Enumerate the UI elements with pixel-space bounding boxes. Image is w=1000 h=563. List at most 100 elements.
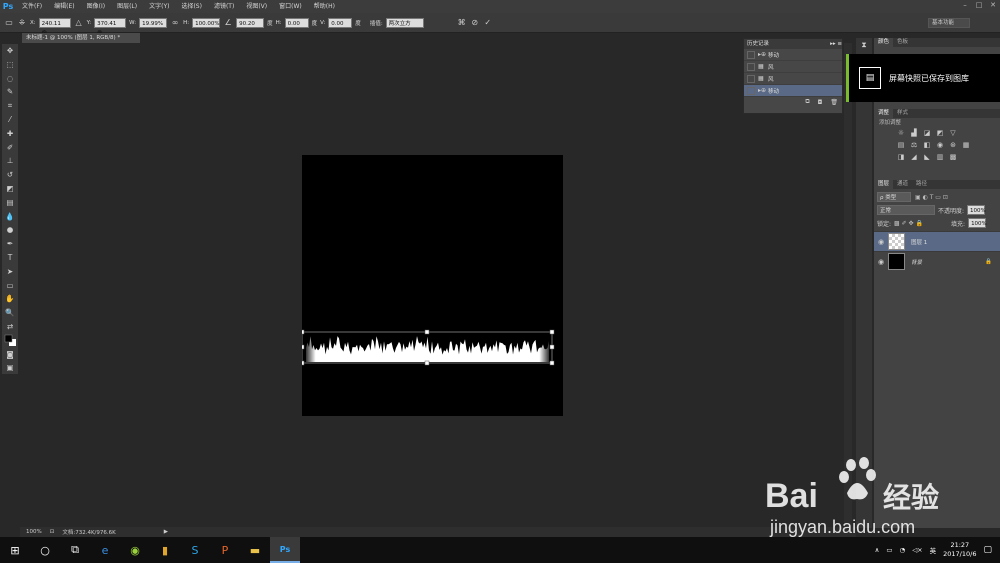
maximize-button[interactable]: □ (972, 0, 986, 11)
lasso-tool-icon[interactable]: ◌ (2, 72, 18, 86)
vibrance-icon[interactable]: ▽ (948, 128, 958, 138)
eraser-tool-icon[interactable]: ◩ (2, 182, 18, 196)
color-lookup-icon[interactable]: ▦ (961, 140, 971, 150)
history-item[interactable]: ▸⊕ 移动 (744, 85, 842, 97)
status-menu-arrow-icon[interactable]: ▶ (164, 529, 168, 535)
gradient-map-icon[interactable]: ▥ (935, 152, 945, 162)
trash-icon[interactable]: 🗑 (830, 99, 838, 106)
edge-icon[interactable]: e (90, 537, 120, 563)
history-brush-tool-icon[interactable]: ↺ (2, 168, 18, 182)
layer-row[interactable]: ◉ 背景 🔒 (874, 251, 1000, 271)
tab-styles[interactable]: 样式 (893, 109, 912, 118)
cortana-icon[interactable]: ○ (30, 537, 60, 563)
workspace-select[interactable]: 基本功能 (928, 18, 970, 28)
opacity-field[interactable]: 100% (967, 205, 986, 215)
tool-preset-icon[interactable]: ▭ (4, 18, 14, 28)
channel-mixer-icon[interactable]: ⊛ (948, 140, 958, 150)
tab-layers[interactable]: 图层 (874, 180, 894, 189)
history-snapshot-checkbox[interactable] (747, 74, 755, 83)
menu-layer[interactable]: 图层(L) (111, 0, 143, 13)
selective-color-icon[interactable]: ▩ (948, 152, 958, 162)
tab-paths[interactable]: 路径 (912, 180, 931, 189)
menu-window[interactable]: 窗口(W) (273, 0, 308, 13)
commit-transform-icon[interactable]: ✓ (483, 18, 493, 28)
blur-tool-icon[interactable]: 💧 (2, 210, 18, 224)
clone-stamp-tool-icon[interactable]: ⊥ (2, 154, 18, 168)
type-tool-icon[interactable]: T (2, 251, 18, 265)
qq-browser-icon[interactable]: ◉ (120, 537, 150, 563)
invert-icon[interactable]: ◨ (896, 152, 906, 162)
quick-select-tool-icon[interactable]: ✎ (2, 85, 18, 99)
network-icon[interactable]: ◔ (900, 546, 906, 554)
quick-mask-icon[interactable]: ◙ (2, 348, 18, 362)
swap-colors-icon[interactable]: ⇄ (2, 320, 18, 334)
pen-tool-icon[interactable]: ✒ (2, 237, 18, 251)
x-field[interactable]: 240.11 像 (38, 17, 71, 37)
task-view-icon[interactable]: ⧉ (60, 537, 90, 563)
healing-tool-icon[interactable]: ✚ (2, 127, 18, 141)
start-icon[interactable]: ⊞ (0, 537, 30, 563)
posterize-icon[interactable]: ◢ (909, 152, 919, 162)
document-tab[interactable]: 未标题-1 @ 100% (图层 1, RGB/8) * (22, 33, 140, 43)
camera-snapshot-icon[interactable]: ◘ (818, 99, 823, 106)
h-field[interactable]: 100.00% (192, 17, 221, 28)
new-document-from-state-icon[interactable]: ⧉ (805, 98, 809, 106)
curves-icon[interactable]: ◪ (922, 128, 932, 138)
interp-select[interactable]: 两次立方 (385, 17, 424, 28)
skype-icon[interactable]: S (180, 537, 210, 563)
menu-type[interactable]: 文字(Y) (143, 0, 175, 13)
tab-channels[interactable]: 通道 (893, 180, 912, 189)
file-explorer-icon[interactable]: ▬ (240, 537, 270, 563)
canvas[interactable] (299, 155, 563, 416)
folder-app-icon[interactable]: ▮ (150, 537, 180, 563)
notification-center-icon[interactable]: ▢ (983, 545, 992, 555)
eye-icon[interactable]: ◉ (874, 238, 888, 246)
fill-field[interactable]: 100% (968, 218, 987, 228)
photoshop-icon[interactable]: Ps (270, 537, 300, 563)
history-snapshot-checkbox[interactable] (747, 50, 755, 59)
link-icon[interactable]: ∞ (170, 18, 180, 28)
history-panel-icon[interactable]: ⧗ (856, 38, 872, 52)
cancel-transform-icon[interactable]: ⊘ (470, 18, 480, 28)
volume-icon[interactable]: ◁× (912, 546, 922, 554)
eye-icon[interactable]: ◉ (874, 258, 888, 266)
hskew-field[interactable]: 0.00 (284, 17, 309, 28)
history-snapshot-checkbox[interactable] (747, 62, 755, 71)
panel-menu-icon[interactable]: ▸▸ ≡ (830, 39, 842, 49)
history-item[interactable]: ▦ 风 (744, 73, 842, 85)
hand-tool-icon[interactable]: ✋ (2, 292, 18, 306)
lock-icons[interactable]: ▩ ✐ ✥ 🔒 (894, 220, 948, 227)
tab-adjustments[interactable]: 调整 (874, 109, 894, 118)
zoom-tool-icon[interactable]: 🔍 (2, 306, 18, 320)
menu-file[interactable]: 文件(F) (16, 0, 48, 13)
black-white-icon[interactable]: ◧ (922, 140, 932, 150)
color-swatches-icon[interactable] (2, 334, 18, 348)
color-balance-icon[interactable]: ⚖ (909, 140, 919, 150)
tab-swatches[interactable]: 色板 (893, 38, 912, 47)
menu-edit[interactable]: 编辑(E) (48, 0, 80, 13)
close-button[interactable]: ✕ (986, 0, 1000, 11)
menu-select[interactable]: 选择(S) (175, 0, 208, 13)
history-title[interactable]: 历史记录 (747, 39, 769, 49)
levels-icon[interactable]: ▟ (909, 128, 919, 138)
tray-chevron-icon[interactable]: ∧ (875, 546, 880, 554)
brightness-icon[interactable]: ☼ (896, 128, 906, 138)
warp-icon[interactable]: ⌘ (457, 18, 467, 28)
rectangle-tool-icon[interactable]: ▭ (2, 279, 18, 293)
history-item[interactable]: ▸⊕ 移动 (744, 49, 842, 61)
hue-saturation-icon[interactable]: ▤ (896, 140, 906, 150)
blend-mode-select[interactable]: 正常 (877, 205, 935, 215)
dodge-tool-icon[interactable]: ● (2, 223, 18, 237)
layer-filter-icons[interactable]: ▣ ◐ T ▭ ⊡ (915, 194, 948, 201)
layer-kind-filter[interactable]: ρ 类型 (877, 192, 911, 202)
tab-color[interactable]: 颜色 (874, 38, 894, 47)
menu-view[interactable]: 视图(V) (240, 0, 273, 13)
angle-field[interactable]: 90.20 (236, 17, 265, 28)
vskew-field[interactable]: 0.00 (328, 17, 353, 28)
minimize-button[interactable]: – (958, 0, 972, 11)
clock[interactable]: 21:27 2017/10/6 (943, 541, 976, 559)
eyedropper-tool-icon[interactable]: ⁄ (2, 113, 18, 127)
ime-indicator[interactable]: 英 (930, 545, 937, 555)
brush-tool-icon[interactable]: ✐ (2, 141, 18, 155)
zoom-level[interactable]: 100% (26, 529, 42, 535)
